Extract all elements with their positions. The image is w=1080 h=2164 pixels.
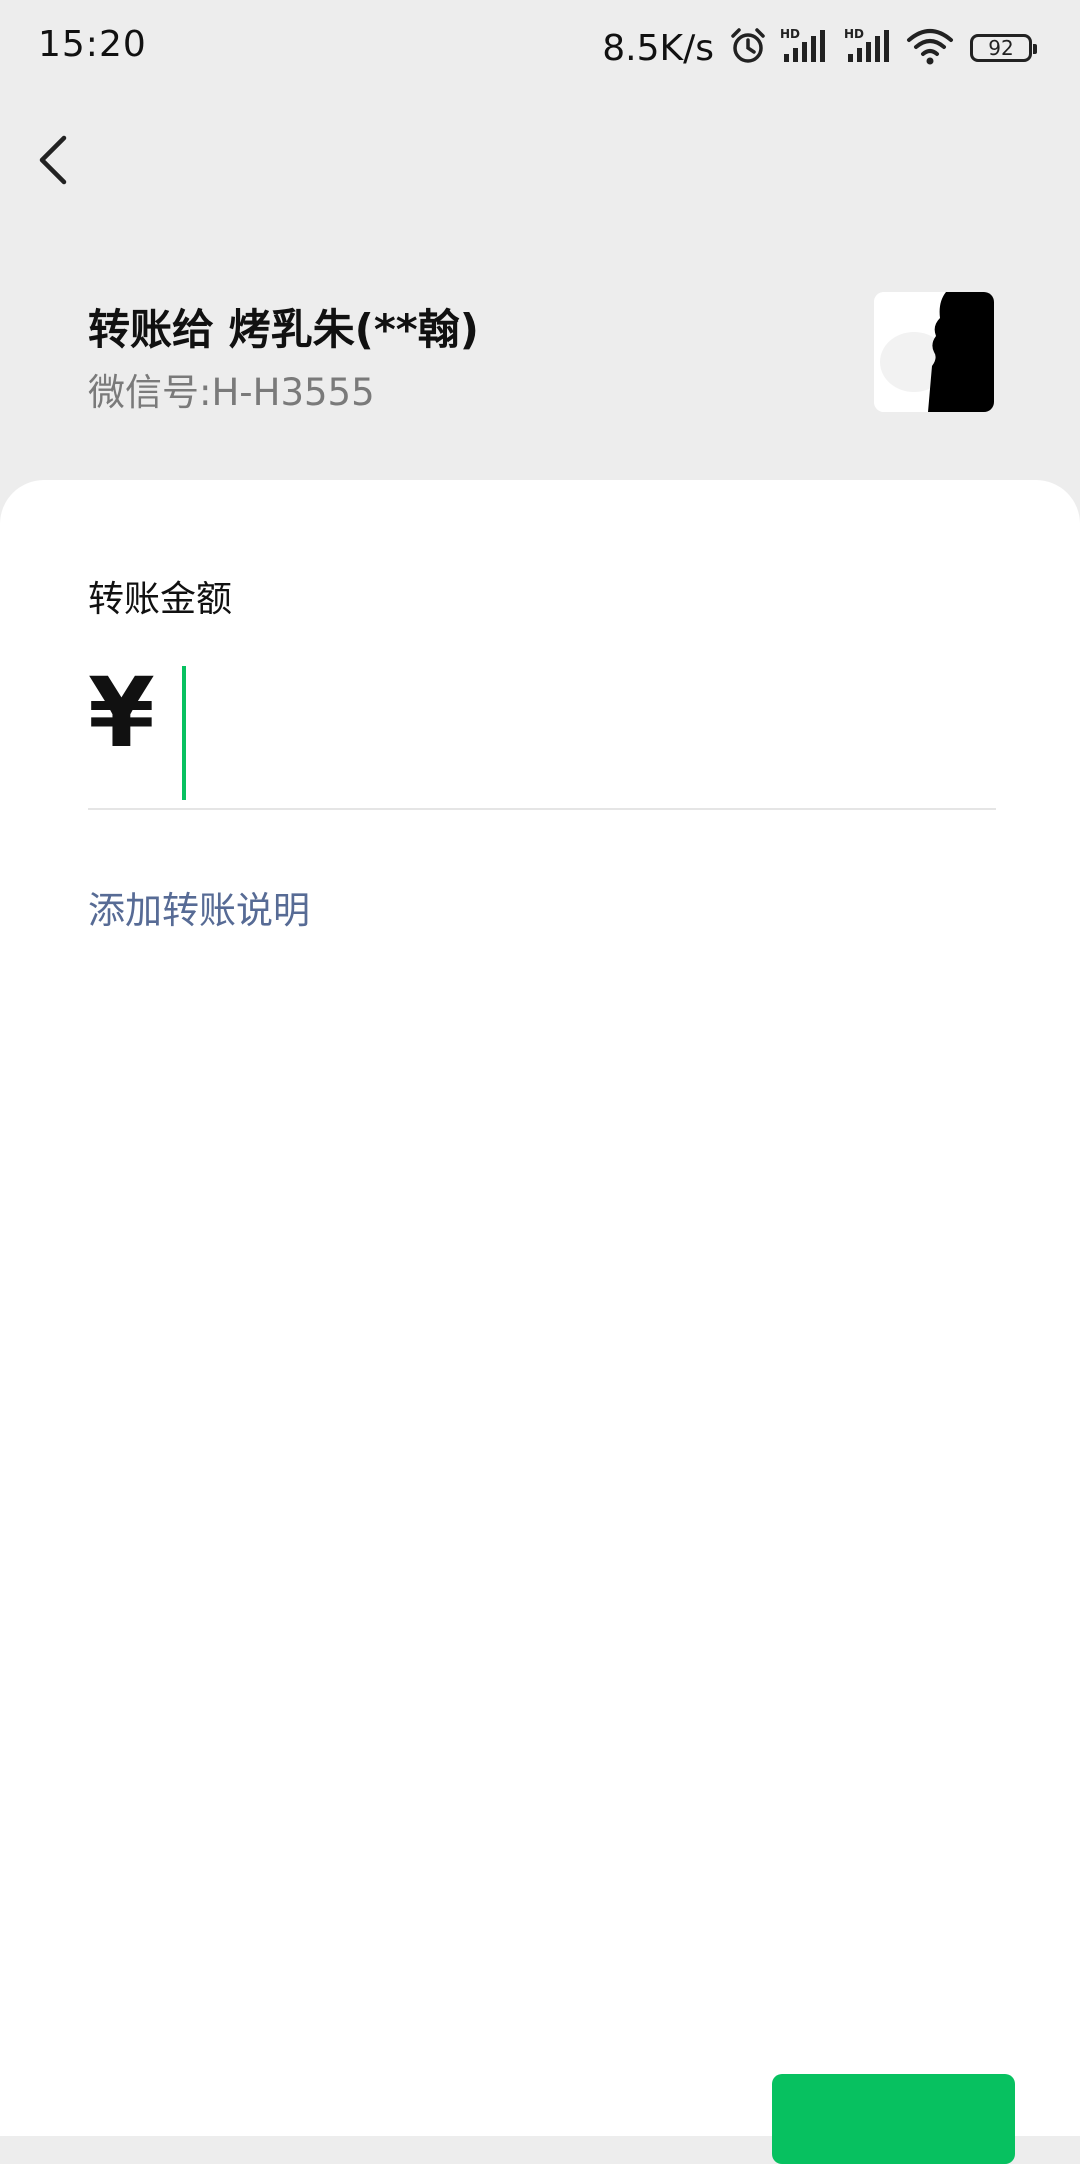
text-caret: [182, 666, 186, 800]
back-button[interactable]: [28, 128, 80, 192]
status-time: 15:20: [38, 24, 147, 65]
amount-label: 转账金额: [88, 579, 233, 620]
recipient-title: 转账给 烤乳朱(**翰): [88, 305, 479, 354]
signal-hd-icon: HD: [842, 26, 896, 70]
chevron-left-icon: [39, 135, 67, 185]
currency-symbol: ¥: [88, 657, 155, 769]
alarm-icon: [728, 26, 768, 70]
transfer-button[interactable]: [772, 2074, 1015, 2164]
svg-text:HD: HD: [780, 27, 800, 41]
recipient-wechat-id: 微信号:H-H3555: [88, 371, 375, 414]
recipient-avatar: [874, 292, 994, 412]
status-bar: 15:20 8.5K/s HD HD 92: [0, 0, 1080, 96]
svg-text:HD: HD: [844, 27, 864, 41]
add-transfer-note-link[interactable]: 添加转账说明: [88, 880, 310, 934]
battery-icon: 92: [970, 34, 1037, 62]
status-icons: 8.5K/s HD HD 92: [602, 24, 1037, 72]
amount-input[interactable]: [176, 660, 996, 802]
wifi-icon: [906, 26, 954, 70]
network-speed: 8.5K/s: [602, 27, 714, 69]
divider: [88, 808, 996, 810]
signal-hd-icon: HD: [778, 26, 832, 70]
